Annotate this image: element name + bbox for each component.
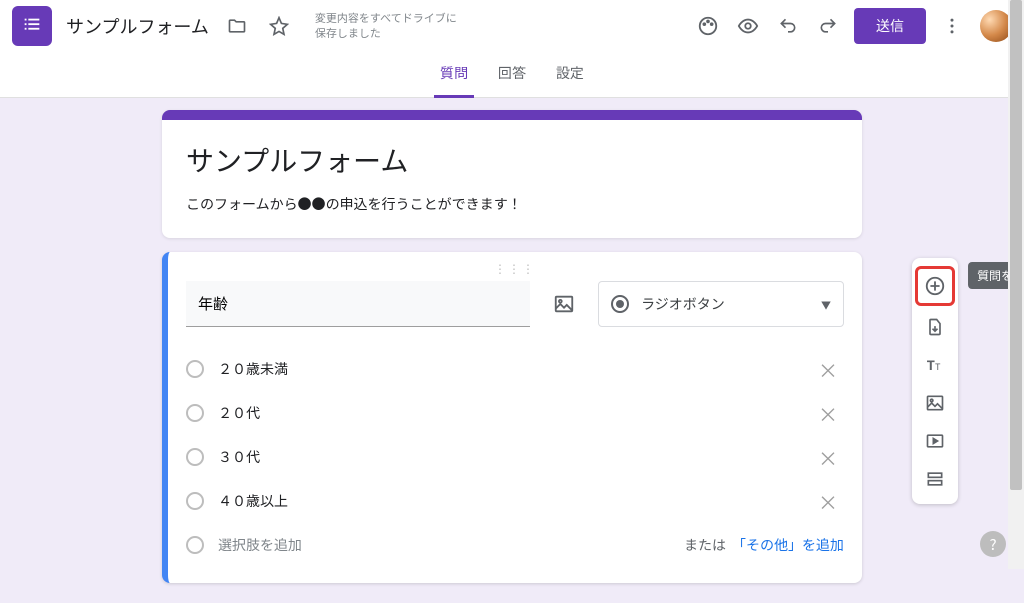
tabs-row: 質問 回答 設定 bbox=[0, 52, 1024, 98]
star-icon[interactable] bbox=[259, 6, 299, 46]
svg-text:T: T bbox=[927, 355, 935, 374]
drag-handle-icon[interactable]: ⋮⋮⋮ bbox=[186, 260, 844, 277]
option-label[interactable]: ３０代 bbox=[218, 447, 812, 467]
add-option-label[interactable]: 選択肢を追加 bbox=[218, 535, 678, 555]
import-question-icon[interactable] bbox=[918, 310, 952, 344]
option-row: ２０代 × bbox=[186, 391, 844, 435]
tab-settings[interactable]: 設定 bbox=[550, 63, 590, 98]
options-list: ２０歳未満 × ２０代 × ３０代 × ４０歳以上 × 選択肢を追加 ま bbox=[186, 347, 844, 567]
radio-circle-icon bbox=[186, 360, 204, 378]
radio-circle-icon bbox=[186, 492, 204, 510]
form-header-card[interactable]: サンプルフォーム このフォームから●●の申込を行うことができます！ bbox=[162, 110, 862, 238]
remove-option-icon[interactable]: × bbox=[812, 487, 844, 516]
add-video-icon[interactable] bbox=[918, 424, 952, 458]
redo-icon[interactable] bbox=[808, 6, 848, 46]
question-type-label: ラジオボタン bbox=[641, 294, 821, 314]
radio-circle-icon bbox=[186, 536, 204, 554]
forms-logo[interactable] bbox=[12, 6, 52, 46]
svg-text:T: T bbox=[935, 359, 941, 373]
option-row: ４０歳以上 × bbox=[186, 479, 844, 523]
add-option-row: 選択肢を追加 または 「その他」を追加 bbox=[186, 523, 844, 567]
preview-icon[interactable] bbox=[728, 6, 768, 46]
scrollbar-track[interactable] bbox=[1008, 0, 1024, 569]
question-title-input[interactable] bbox=[186, 281, 530, 327]
radio-circle-icon bbox=[186, 404, 204, 422]
save-status-text: 変更内容をすべてドライブに保存しました bbox=[315, 11, 465, 42]
send-button[interactable]: 送信 bbox=[854, 8, 926, 44]
radio-circle-icon bbox=[186, 448, 204, 466]
tab-questions[interactable]: 質問 bbox=[434, 63, 474, 98]
app-header: サンプルフォーム 変更内容をすべてドライブに保存しました 送信 質問 回答 設定 bbox=[0, 0, 1024, 98]
more-icon[interactable] bbox=[932, 6, 972, 46]
option-label[interactable]: ２０歳未満 bbox=[218, 359, 812, 379]
question-card[interactable]: ⋮⋮⋮ ラジオボタン ▼ ２０歳未満 × ２０代 × bbox=[162, 252, 862, 583]
form-name[interactable]: サンプルフォーム bbox=[186, 140, 838, 180]
help-icon[interactable]: ? bbox=[980, 531, 1006, 557]
chevron-down-icon: ▼ bbox=[821, 297, 831, 312]
remove-option-icon[interactable]: × bbox=[812, 355, 844, 384]
header-top-row: サンプルフォーム 変更内容をすべてドライブに保存しました 送信 bbox=[0, 0, 1024, 52]
remove-option-icon[interactable]: × bbox=[812, 399, 844, 428]
remove-option-icon[interactable]: × bbox=[812, 443, 844, 472]
add-image-toolbar-icon[interactable] bbox=[918, 386, 952, 420]
option-label[interactable]: ２０代 bbox=[218, 403, 812, 423]
add-image-icon[interactable] bbox=[544, 284, 584, 324]
add-section-icon[interactable] bbox=[918, 462, 952, 496]
add-title-icon[interactable]: TT bbox=[918, 348, 952, 382]
radio-icon bbox=[611, 295, 629, 313]
move-folder-icon[interactable] bbox=[217, 6, 257, 46]
undo-icon[interactable] bbox=[768, 6, 808, 46]
question-header-row: ラジオボタン ▼ bbox=[186, 281, 844, 327]
option-row: ２０歳未満 × bbox=[186, 347, 844, 391]
canvas: サンプルフォーム このフォームから●●の申込を行うことができます！ ⋮⋮⋮ ラジ… bbox=[0, 98, 1024, 603]
tab-responses[interactable]: 回答 bbox=[492, 63, 532, 98]
document-title[interactable]: サンプルフォーム bbox=[66, 13, 209, 39]
or-text: または bbox=[684, 535, 726, 555]
option-row: ３０代 × bbox=[186, 435, 844, 479]
side-toolbar: TT bbox=[912, 258, 958, 504]
question-type-select[interactable]: ラジオボタン ▼ bbox=[598, 281, 844, 327]
add-other-link[interactable]: 「その他」を追加 bbox=[732, 535, 844, 555]
add-question-button[interactable] bbox=[915, 266, 955, 306]
option-label[interactable]: ４０歳以上 bbox=[218, 491, 812, 511]
form-description[interactable]: このフォームから●●の申込を行うことができます！ bbox=[186, 194, 838, 214]
scrollbar-thumb[interactable] bbox=[1010, 0, 1022, 490]
palette-icon[interactable] bbox=[688, 6, 728, 46]
